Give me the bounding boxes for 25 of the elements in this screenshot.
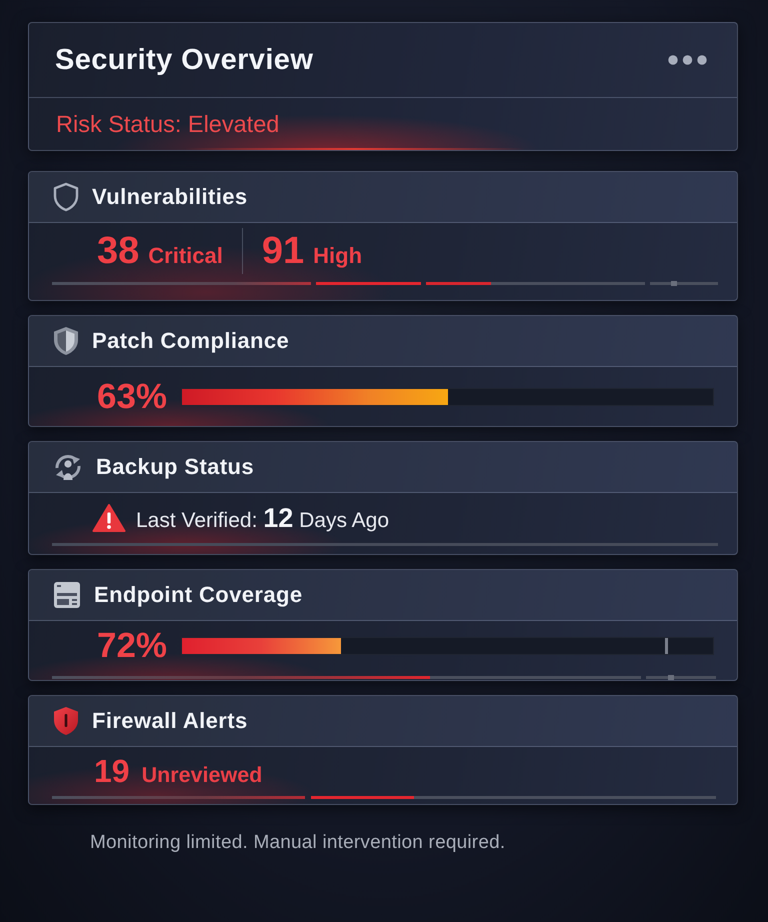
card-title: Firewall Alerts — [92, 708, 248, 734]
card-title: Patch Compliance — [92, 328, 290, 354]
server-icon — [53, 581, 81, 609]
card-title: Backup Status — [96, 454, 254, 480]
warning-icon — [92, 503, 126, 533]
marker-icon — [665, 638, 668, 654]
shield-alert-icon — [53, 706, 79, 736]
panel-title: Security Overview — [55, 44, 314, 76]
severity-label: Critical — [148, 242, 223, 268]
sync-person-icon — [53, 453, 83, 481]
risk-status: Risk Status: Elevated — [56, 110, 280, 138]
status-text: Last Verified: 12 Days Ago — [136, 502, 390, 534]
severity-label: High — [313, 242, 362, 268]
percent-value: 63% — [97, 376, 168, 416]
shield-outline-icon — [53, 182, 79, 212]
percent-value: 72% — [97, 626, 168, 666]
alert-count: 19 — [94, 753, 130, 790]
footer-note: Monitoring limited. Manual intervention required. — [90, 832, 506, 853]
shield-icon — [53, 326, 79, 356]
card-title: Vulnerabilities — [92, 184, 248, 210]
alert-label: Unreviewed — [142, 763, 262, 788]
count-number: 91 — [262, 230, 304, 272]
card-title: Endpoint Coverage — [94, 582, 302, 608]
more-icon[interactable] — [668, 55, 707, 65]
count-number: 38 — [97, 230, 140, 272]
